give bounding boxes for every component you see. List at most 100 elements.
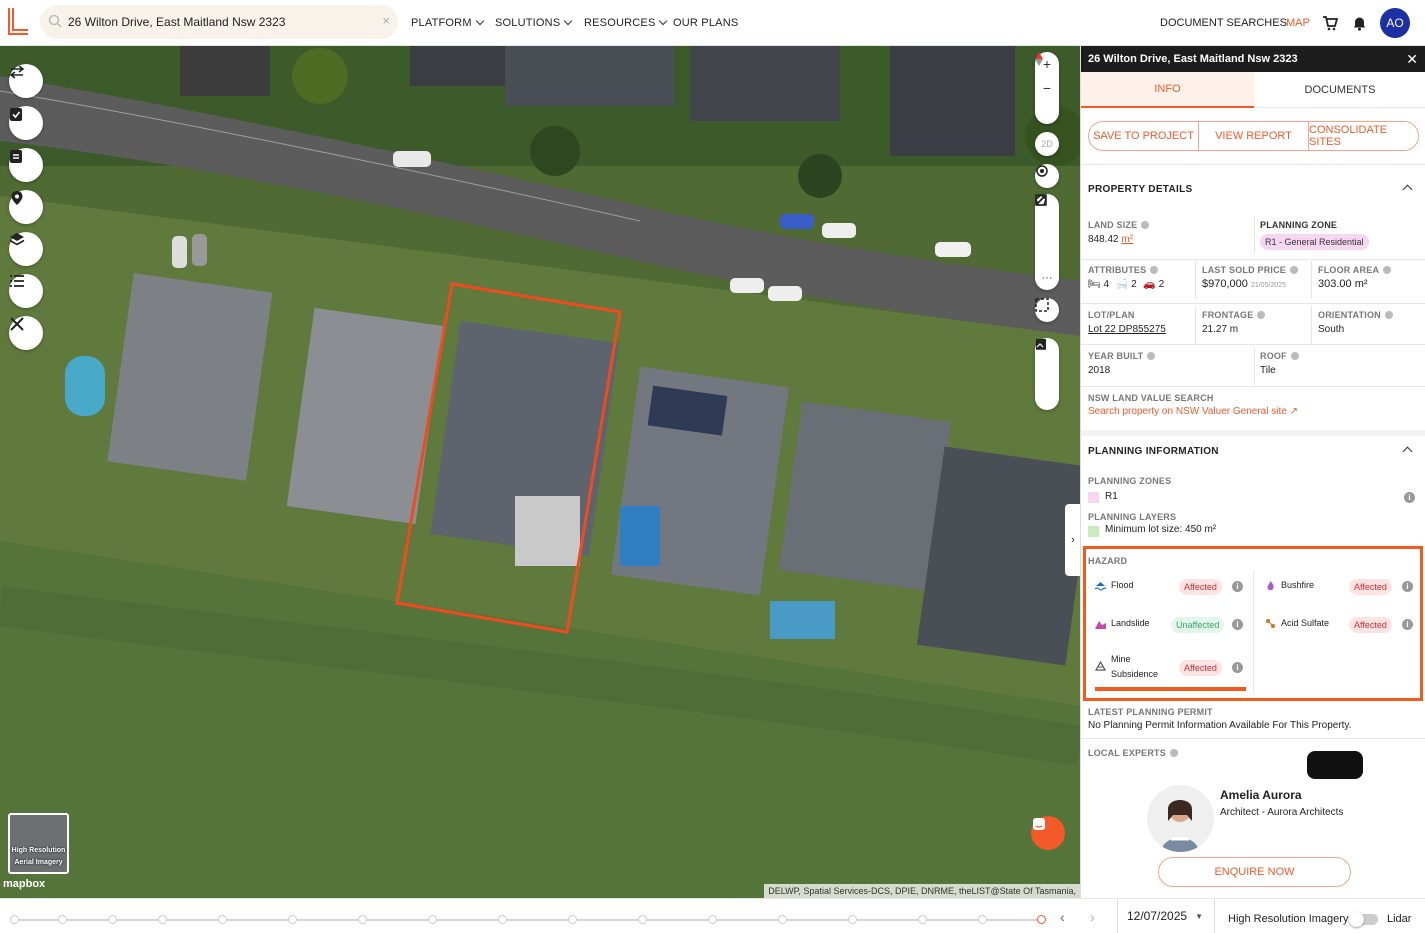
aerial-imagery-thumbnail[interactable]: High Resolution Aerial Imagery	[8, 813, 69, 874]
list-tool-button[interactable]	[9, 274, 43, 308]
info-icon[interactable]	[1384, 311, 1393, 319]
nav-map[interactable]: MAP	[1286, 17, 1310, 29]
info-icon[interactable]	[1150, 266, 1159, 274]
timeline-current-point[interactable]	[1037, 915, 1046, 924]
tab-documents[interactable]: DOCUMENTS	[1254, 72, 1425, 108]
planning-layers-value: Minimum lot size: 450 m²	[1105, 524, 1217, 535]
nsw-land-value-label: NSW LAND VALUE SEARCH	[1088, 393, 1214, 403]
land-size-number: 848.42	[1088, 234, 1119, 245]
locate-button[interactable]	[1035, 164, 1059, 188]
orientation-label-text: ORIENTATION	[1318, 310, 1381, 320]
zoom-controls: + −	[1035, 52, 1059, 124]
site-select-button[interactable]	[1035, 298, 1059, 322]
chat-button[interactable]	[1031, 816, 1065, 850]
draw-rectangle-button[interactable]	[1035, 194, 1059, 266]
close-icon[interactable]: ✕	[1406, 51, 1418, 68]
compare-icon	[9, 65, 25, 79]
timeline-point[interactable]	[848, 915, 857, 924]
timeline-prev-button[interactable]: ‹	[1060, 909, 1065, 925]
chevron-down-icon	[659, 16, 668, 26]
timeline-next-button[interactable]: ›	[1090, 909, 1095, 925]
clipboard-tool-button[interactable]	[9, 148, 43, 182]
info-icon[interactable]	[1290, 352, 1299, 360]
info-icon[interactable]	[1290, 266, 1299, 274]
planning-permit-label: LATEST PLANNING PERMIT	[1088, 707, 1213, 717]
search-icon	[48, 14, 62, 28]
info-icon[interactable]	[1141, 221, 1150, 229]
timeline-point[interactable]	[358, 915, 367, 924]
nav-our-plans[interactable]: OUR PLANS	[673, 17, 738, 29]
2d-toggle[interactable]: 2D	[1035, 132, 1059, 156]
save-to-project-button[interactable]: SAVE TO PROJECT	[1089, 122, 1199, 150]
layers-tool-button[interactable]	[9, 232, 43, 266]
info-icon[interactable]	[1147, 352, 1156, 360]
nav-document-searches[interactable]: DOCUMENT SEARCHES	[1160, 17, 1287, 29]
timeline-point[interactable]	[158, 915, 167, 924]
timeline-point[interactable]	[288, 915, 297, 924]
imagery-date-select[interactable]: 12/07/2025 ▼	[1117, 899, 1215, 933]
nav-solutions[interactable]: SOLUTIONS	[495, 16, 573, 29]
imagery-date-value: 12/07/2025	[1127, 909, 1188, 923]
enquire-now-button[interactable]: ENQUIRE NOW	[1158, 857, 1351, 887]
consolidate-sites-button[interactable]: CONSOLIDATE SITES	[1309, 122, 1418, 150]
chevron-up-icon	[1402, 446, 1413, 457]
image-export-button[interactable]	[1035, 339, 1059, 410]
land-size-value: 848.42 m²	[1088, 234, 1133, 245]
timeline-point[interactable]	[568, 915, 577, 924]
timeline-point[interactable]	[108, 915, 117, 924]
timeline-point[interactable]	[58, 915, 67, 924]
cart-icon[interactable]	[1322, 15, 1338, 31]
lot-plan-link[interactable]: Lot 22 DP855275	[1088, 324, 1166, 335]
planning-zones-label: PLANNING ZONES	[1088, 476, 1172, 486]
property-details-header[interactable]: PROPERTY DETAILS	[1088, 184, 1419, 195]
draw-tools: ···	[1035, 194, 1059, 290]
timeline-point[interactable]	[918, 915, 927, 924]
info-icon[interactable]	[1383, 266, 1392, 274]
compass-button[interactable]	[1035, 52, 1059, 124]
collapse-panel-toggle[interactable]: ›	[1065, 504, 1080, 576]
zoom-out-button[interactable]: −	[1035, 76, 1059, 100]
info-icon[interactable]	[1169, 749, 1178, 757]
planning-information-title: PLANNING INFORMATION	[1088, 446, 1219, 457]
frontage-label: FRONTAGE	[1202, 310, 1266, 320]
timeline-point[interactable]	[978, 915, 987, 924]
info-icon[interactable]	[1257, 311, 1266, 319]
nav-platform[interactable]: PLATFORM	[411, 16, 484, 29]
timeline-track[interactable]	[14, 919, 1042, 921]
map-pin-tool-button[interactable]	[9, 190, 43, 224]
timeline-point[interactable]	[638, 915, 647, 924]
timeline-point[interactable]	[708, 915, 717, 924]
timeline-point[interactable]	[428, 915, 437, 924]
user-avatar[interactable]: AO	[1380, 8, 1410, 38]
last-sold-label: LAST SOLD PRICE	[1202, 265, 1299, 275]
nsw-valuer-link[interactable]: Search property on NSW Valuer General si…	[1088, 406, 1298, 417]
checklist-tool-button[interactable]	[9, 106, 43, 140]
more-tools-button[interactable]: ···	[1035, 266, 1059, 290]
clear-search-icon[interactable]: ×	[382, 13, 390, 28]
land-size-label-text: LAND SIZE	[1088, 220, 1138, 230]
planning-information-header[interactable]: PLANNING INFORMATION	[1088, 446, 1419, 457]
timeline-point[interactable]	[778, 915, 787, 924]
lidar-toggle[interactable]	[1349, 912, 1378, 927]
timeline-point[interactable]	[498, 915, 507, 924]
info-icon[interactable]: i	[1404, 492, 1415, 503]
timeline-point[interactable]	[10, 915, 19, 924]
nav-resources[interactable]: RESOURCES	[584, 16, 668, 29]
compare-tool-button[interactable]	[9, 64, 43, 98]
measure-tool-button[interactable]	[9, 316, 43, 350]
adjust-button[interactable]	[1035, 340, 1059, 386]
land-size-unit-link[interactable]: m²	[1121, 234, 1133, 245]
tab-info[interactable]: INFO	[1081, 72, 1254, 108]
floor-area-value: 303.00 m²	[1318, 278, 1368, 290]
app-logo[interactable]	[6, 6, 30, 38]
draw-polygon-button[interactable]	[1035, 194, 1059, 242]
search-input[interactable]	[68, 5, 368, 39]
toggle-knob	[1349, 912, 1364, 927]
panel-header: 26 Wilton Drive, East Maitland Nsw 2323 ✕	[1081, 46, 1425, 72]
bell-icon[interactable]	[1352, 15, 1367, 31]
timeline-point[interactable]	[218, 915, 227, 924]
address-search[interactable]: ×	[40, 5, 398, 39]
last-sold-label-text: LAST SOLD PRICE	[1202, 265, 1287, 275]
view-report-button[interactable]: VIEW REPORT	[1199, 122, 1309, 150]
aerial-map[interactable]: + − 2D ··· › High Resolution Aerial Imag…	[0, 46, 1080, 898]
